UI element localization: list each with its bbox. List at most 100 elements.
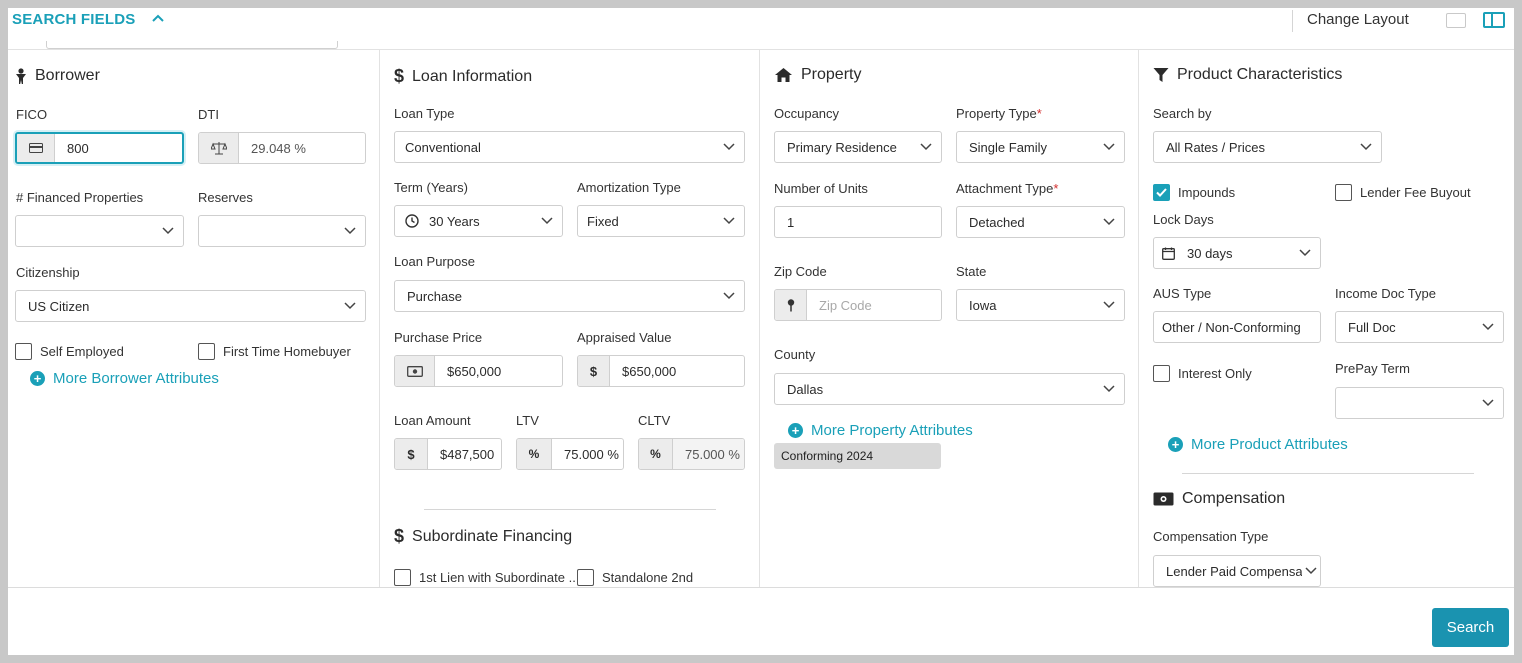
number-of-units-input[interactable]: 1 (774, 206, 942, 238)
chevron-down-icon (714, 206, 744, 236)
home-icon (775, 68, 792, 82)
aus-type-select[interactable]: Other / Non-Conforming (1153, 311, 1321, 343)
chevron-down-icon (1351, 132, 1381, 162)
product-characteristics-section-title: Product Characteristics (1153, 66, 1342, 84)
zip-code-input[interactable]: Zip Code (774, 289, 942, 321)
search-by-select[interactable]: All Rates / Prices (1153, 131, 1382, 163)
lock-days-select[interactable]: 30 days (1153, 237, 1321, 269)
first-lien-with-subordinate-checkbox[interactable]: 1st Lien with Subordinate ... (394, 569, 579, 586)
county-select[interactable]: Dallas (774, 373, 1125, 405)
aus-type-label: AUS Type (1153, 286, 1212, 301)
ltv-label: LTV (516, 413, 539, 428)
chevron-down-icon (335, 291, 365, 321)
credit-card-icon (17, 134, 55, 162)
attachment-type-label: Attachment Type* (956, 181, 1059, 196)
loan-type-select[interactable]: Conventional (394, 131, 745, 163)
financed-properties-label: # Financed Properties (16, 190, 144, 205)
conforming-badge: Conforming 2024 (774, 443, 941, 469)
dollar-icon: $ (394, 526, 405, 546)
interest-only-checkbox[interactable]: Interest Only (1153, 365, 1252, 382)
attachment-type-select[interactable]: Detached (956, 206, 1125, 238)
column-divider (379, 50, 380, 587)
cltv-label: CLTV (638, 413, 671, 428)
map-pin-icon (775, 290, 807, 320)
term-label: Term (Years) (394, 180, 468, 195)
chevron-down-icon (1473, 312, 1503, 342)
plus-circle-icon: + (30, 371, 45, 386)
financed-properties-select[interactable] (15, 215, 184, 247)
compensation-section-title: Compensation (1153, 490, 1285, 508)
fico-input[interactable]: 800 (15, 132, 184, 164)
loan-amount-label: Loan Amount (394, 413, 471, 428)
footer-divider (8, 587, 1514, 588)
income-doc-type-select[interactable]: Full Doc (1335, 311, 1504, 343)
column-divider (1138, 50, 1139, 587)
split-layout-icon[interactable] (1483, 12, 1505, 28)
more-property-attributes-link[interactable]: + More Property Attributes (788, 422, 973, 439)
scale-icon (199, 133, 239, 163)
chevron-down-icon (714, 281, 744, 311)
subordinate-financing-section-title: $ Subordinate Financing (394, 526, 573, 546)
ltv-input[interactable]: % 75.000 % (516, 438, 624, 470)
chevron-down-icon (911, 132, 941, 162)
partial-input (46, 41, 338, 49)
search-fields-title[interactable]: SEARCH FIELDS (12, 11, 135, 28)
top-bar: SEARCH FIELDS Change Layout (8, 8, 1514, 50)
collapse-chevron-icon[interactable] (151, 12, 165, 27)
reserves-label: Reserves (198, 190, 253, 205)
purchase-price-input[interactable]: $650,000 (394, 355, 563, 387)
first-time-homebuyer-checkbox[interactable]: First Time Homebuyer (198, 343, 351, 360)
clock-icon (395, 214, 419, 228)
dollar-icon: $ (394, 66, 405, 86)
dti-input[interactable]: 29.048 % (198, 132, 366, 164)
search-button[interactable]: Search (1432, 608, 1509, 647)
required-marker: * (1053, 181, 1059, 196)
number-of-units-label: Number of Units (774, 181, 868, 196)
chevron-down-icon (335, 216, 365, 246)
chevron-down-icon (1094, 207, 1124, 237)
single-layout-icon[interactable] (1446, 13, 1466, 28)
more-borrower-attributes-link[interactable]: + More Borrower Attributes (30, 370, 219, 387)
loan-purpose-label: Loan Purpose (394, 254, 475, 269)
loan-amount-input[interactable]: $ $487,500 (394, 438, 502, 470)
dollar-icon: $ (395, 439, 428, 469)
compensation-type-label: Compensation Type (1153, 529, 1269, 544)
chevron-down-icon (1302, 556, 1320, 586)
lender-fee-buyout-checkbox[interactable]: Lender Fee Buyout (1335, 184, 1471, 201)
state-select[interactable]: Iowa (956, 289, 1125, 321)
divider (424, 509, 716, 510)
citizenship-select[interactable]: US Citizen (15, 290, 366, 322)
divider (1182, 473, 1474, 474)
search-fields-panel: SEARCH FIELDS Change Layout Borrower FIC… (8, 8, 1514, 655)
citizenship-label: Citizenship (16, 265, 80, 280)
occupancy-label: Occupancy (774, 106, 840, 121)
property-type-label: Property Type* (956, 106, 1042, 121)
reserves-select[interactable] (198, 215, 366, 247)
standalone-2nd-checkbox[interactable]: Standalone 2nd (577, 569, 693, 586)
chevron-down-icon (1094, 290, 1124, 320)
appraised-value-input[interactable]: $ $650,000 (577, 355, 745, 387)
required-marker: * (1036, 106, 1042, 121)
loan-type-label: Loan Type (394, 106, 455, 121)
chevron-down-icon (1473, 388, 1503, 418)
divider (1292, 10, 1293, 32)
plus-circle-icon: + (1168, 437, 1183, 452)
more-product-attributes-link[interactable]: + More Product Attributes (1168, 436, 1348, 453)
property-type-select[interactable]: Single Family (956, 131, 1125, 163)
compensation-type-select[interactable]: Lender Paid Compensation (1153, 555, 1321, 587)
fico-label: FICO (16, 107, 48, 122)
property-section-title: Property (774, 66, 861, 84)
loan-purpose-select[interactable]: Purchase (394, 280, 745, 312)
term-select[interactable]: 30 Years (394, 205, 563, 237)
chevron-down-icon (153, 216, 183, 246)
amortization-type-select[interactable]: Fixed (577, 205, 745, 237)
occupancy-select[interactable]: Primary Residence (774, 131, 942, 163)
prepay-term-select[interactable] (1335, 387, 1504, 419)
dollar-icon: $ (578, 356, 610, 386)
self-employed-checkbox[interactable]: Self Employed (15, 343, 124, 360)
lock-days-label: Lock Days (1153, 212, 1214, 227)
impounds-checkbox[interactable]: Impounds (1153, 184, 1235, 201)
chevron-down-icon (714, 132, 744, 162)
cltv-input: % 75.000 % (638, 438, 745, 470)
search-by-label: Search by (1153, 106, 1212, 121)
